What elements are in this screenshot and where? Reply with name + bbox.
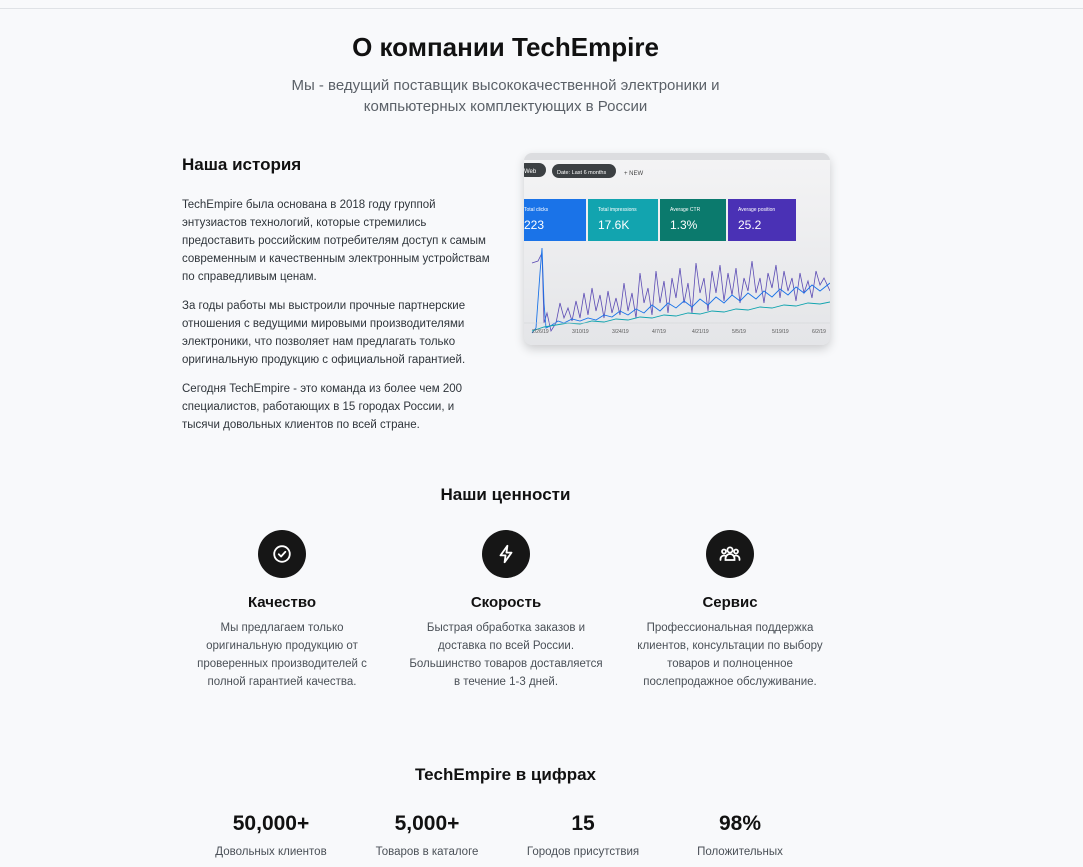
stat-cities: 15 Городов присутствия <box>503 812 663 858</box>
value-description: Быстрая обработка заказов и доставка по … <box>409 622 603 688</box>
value-card-service: Сервис Профессиональная поддержка клиент… <box>630 530 830 691</box>
chart-date-label: 5/5/19 <box>732 329 746 335</box>
stat-label: Городов присутствия <box>526 846 640 858</box>
value-name: Качество <box>247 594 317 611</box>
value-card-quality: Качество Мы предлагаем только оригинальн… <box>182 530 382 691</box>
page-subtitle: Мы - ведущий поставщик высококачественно… <box>291 77 720 115</box>
stat-value: 15 <box>571 812 595 835</box>
chip-label: Web <box>524 169 537 175</box>
value-description: Профессиональная поддержка клиентов, кон… <box>637 622 823 688</box>
chip-label: + NEW <box>624 171 644 177</box>
stat-reviews: 98% Положительных <box>660 812 820 858</box>
metric-label: Total impressions <box>598 207 637 213</box>
stat-clients: 50,000+ Довольных клиентов <box>191 812 351 858</box>
value-name: Скорость <box>470 594 542 611</box>
stat-products: 5,000+ Товаров в каталоге <box>347 812 507 858</box>
story-paragraph: За годы работы мы выстроили прочные парт… <box>182 300 466 366</box>
value-card-speed: Скорость Быстрая обработка заказов и дос… <box>406 530 606 691</box>
story-paragraph: Сегодня TechEmpire - это команда из боле… <box>182 383 463 431</box>
check-circle-icon <box>258 530 306 578</box>
chip-label: Date: Last 6 months <box>557 170 606 176</box>
metric-value: 1.3% <box>670 218 698 232</box>
lightning-icon <box>482 530 530 578</box>
metric-value: 17.6K <box>598 218 629 232</box>
top-divider <box>0 8 1083 9</box>
story-text: TechEmpire была основана в 2018 году гру… <box>182 196 492 445</box>
metric-label: Total clicks <box>524 207 549 213</box>
chart-date-label: 3/24/19 <box>612 329 629 335</box>
value-name: Сервис <box>702 594 758 611</box>
metric-label: Average position <box>738 207 775 213</box>
metric-value: 223 <box>524 218 544 232</box>
chart-date-label: 5/19/19 <box>772 329 789 335</box>
page-title: О компании TechEmpire <box>352 32 659 62</box>
stat-value: 50,000+ <box>232 812 310 835</box>
analytics-photo: Web Date: Last 6 months + NEW Total clic… <box>524 153 830 345</box>
metric-value: 25.2 <box>738 218 762 232</box>
chart-date-label: 6/2/19 <box>812 329 826 335</box>
stat-value: 98% <box>718 812 762 835</box>
stat-label: Довольных клиентов <box>215 846 327 858</box>
story-title: Наша история <box>182 155 302 174</box>
values-title: Наши ценности <box>440 485 571 504</box>
value-description: Мы предлагаем только оригинальную продук… <box>197 622 367 688</box>
chart-date-label: 4/7/19 <box>652 329 666 335</box>
chart-date-label: 2/26/19 <box>532 329 549 335</box>
chart-date-label: 3/10/19 <box>572 329 589 335</box>
story-paragraph: TechEmpire была основана в 2018 году гру… <box>182 199 490 283</box>
users-icon <box>706 530 754 578</box>
chart-date-label: 4/21/19 <box>692 329 709 335</box>
analytics-screen-image: Web Date: Last 6 months + NEW Total clic… <box>524 153 830 345</box>
stat-label: Положительных <box>697 846 783 858</box>
stat-label: Товаров в каталоге <box>375 846 479 858</box>
metric-label: Average CTR <box>670 207 701 213</box>
stat-value: 5,000+ <box>394 812 460 835</box>
numbers-title: TechEmpire в цифрах <box>414 765 596 784</box>
